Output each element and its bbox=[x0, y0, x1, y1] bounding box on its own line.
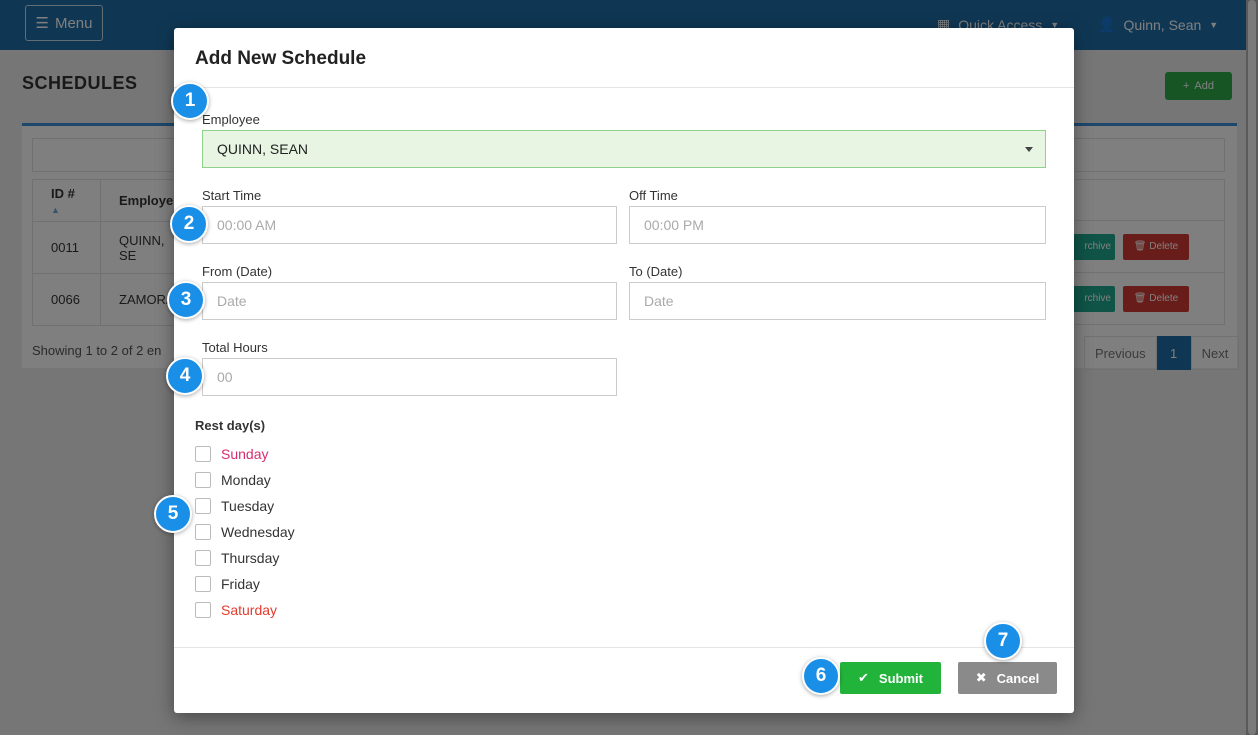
from-date-label: From (Date) bbox=[202, 264, 273, 279]
rest-day-thursday[interactable]: Thursday bbox=[195, 548, 279, 568]
add-schedule-modal: Add New Schedule Employee QUINN, SEAN St… bbox=[174, 28, 1074, 713]
total-hours-input[interactable]: 00 bbox=[202, 358, 617, 396]
page-scrollbar[interactable] bbox=[1246, 0, 1258, 735]
rest-day-saturday[interactable]: Saturday bbox=[195, 600, 277, 620]
from-date-input[interactable]: Date bbox=[202, 282, 617, 320]
off-time-input[interactable]: 00:00 PM bbox=[629, 206, 1046, 244]
off-time-label: Off Time bbox=[629, 188, 678, 203]
callout-badge: 3 bbox=[167, 281, 205, 319]
to-date-placeholder: Date bbox=[644, 293, 674, 309]
checkbox[interactable] bbox=[195, 550, 211, 566]
cancel-button[interactable]: ✖ Cancel bbox=[958, 662, 1057, 694]
to-date-label: To (Date) bbox=[629, 264, 683, 279]
close-icon: ✖ bbox=[975, 670, 987, 685]
callout-badge: 6 bbox=[802, 657, 840, 695]
start-time-placeholder: 00:00 AM bbox=[217, 217, 277, 233]
cancel-label: Cancel bbox=[996, 670, 1040, 686]
submit-button[interactable]: ✔ Submit bbox=[840, 662, 941, 694]
rest-day-sunday[interactable]: Sunday bbox=[195, 444, 268, 464]
checkbox[interactable] bbox=[195, 472, 211, 488]
day-label: Wednesday bbox=[221, 524, 295, 540]
checkbox[interactable] bbox=[195, 602, 211, 618]
to-date-input[interactable]: Date bbox=[629, 282, 1046, 320]
rest-days-title: Rest day(s) bbox=[195, 418, 266, 433]
checkbox[interactable] bbox=[195, 576, 211, 592]
rest-day-monday[interactable]: Monday bbox=[195, 470, 271, 490]
caret-down-icon bbox=[1025, 147, 1033, 152]
rest-day-wednesday[interactable]: Wednesday bbox=[195, 522, 295, 542]
callout-badge: 1 bbox=[171, 82, 209, 120]
employee-select-value: QUINN, SEAN bbox=[217, 141, 309, 157]
checkbox[interactable] bbox=[195, 498, 211, 514]
day-label: Friday bbox=[221, 576, 260, 592]
callout-badge: 5 bbox=[154, 495, 192, 533]
scrollbar-thumb[interactable] bbox=[1248, 0, 1256, 735]
day-label: Thursday bbox=[221, 550, 280, 566]
checkbox[interactable] bbox=[195, 446, 211, 462]
start-time-label: Start Time bbox=[202, 188, 262, 203]
check-icon: ✔ bbox=[858, 670, 869, 685]
day-label: Saturday bbox=[221, 602, 278, 618]
rest-day-tuesday[interactable]: Tuesday bbox=[195, 496, 274, 516]
divider bbox=[174, 647, 1074, 648]
modal-title: Add New Schedule bbox=[195, 48, 367, 69]
employee-select[interactable]: QUINN, SEAN bbox=[202, 130, 1046, 168]
callout-badge: 4 bbox=[166, 357, 204, 395]
from-date-placeholder: Date bbox=[217, 293, 247, 309]
callout-badge: 7 bbox=[984, 622, 1022, 660]
total-hours-label: Total Hours bbox=[202, 340, 268, 355]
divider bbox=[174, 87, 1074, 88]
employee-label: Employee bbox=[202, 112, 260, 127]
day-label: Sunday bbox=[221, 446, 269, 462]
submit-label: Submit bbox=[878, 670, 923, 686]
total-hours-placeholder: 00 bbox=[217, 369, 233, 385]
day-label: Monday bbox=[221, 472, 271, 488]
callout-badge: 2 bbox=[170, 205, 208, 243]
rest-day-friday[interactable]: Friday bbox=[195, 574, 260, 594]
day-label: Tuesday bbox=[221, 498, 275, 514]
start-time-input[interactable]: 00:00 AM bbox=[202, 206, 617, 244]
checkbox[interactable] bbox=[195, 524, 211, 540]
off-time-placeholder: 00:00 PM bbox=[644, 217, 704, 233]
